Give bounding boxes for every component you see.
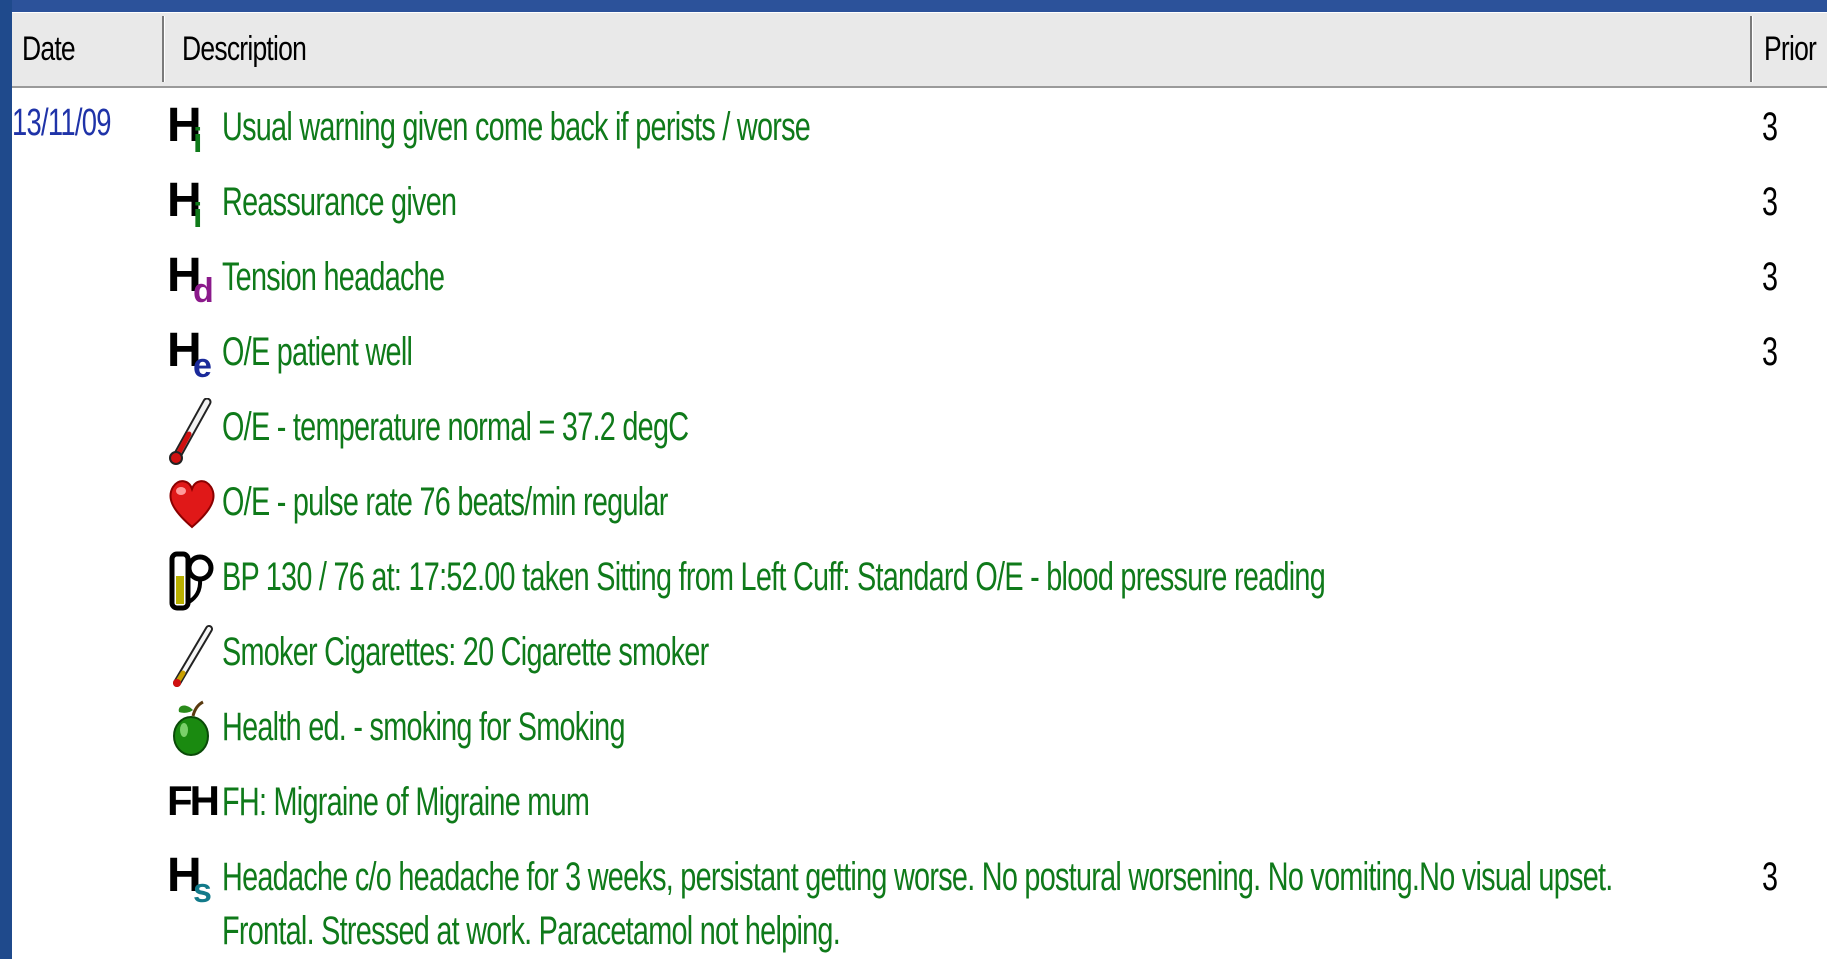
table-row[interactable]: BP 130 / 76 at: 17:52.00 taken Sitting f… bbox=[12, 548, 1827, 623]
row-priority: 3 bbox=[1762, 255, 1779, 299]
column-header-date[interactable]: Date bbox=[22, 12, 76, 86]
row-priority: 3 bbox=[1762, 330, 1779, 374]
history-information-icon: H i bbox=[167, 99, 203, 160]
history-examination-icon: H e bbox=[167, 324, 212, 385]
thermometer-icon bbox=[167, 397, 222, 473]
family-history-icon: FH bbox=[167, 777, 220, 824]
table-row[interactable]: H s Headache c/o headache for 3 weeks, p… bbox=[12, 848, 1827, 959]
cigarette-icon bbox=[167, 623, 222, 698]
row-priority: 3 bbox=[1762, 855, 1779, 899]
column-divider[interactable] bbox=[162, 16, 165, 82]
row-priority: 3 bbox=[1762, 180, 1779, 224]
history-diagnosis-icon: H d bbox=[167, 249, 214, 310]
row-description: BP 130 / 76 at: 17:52.00 taken Sitting f… bbox=[222, 555, 1326, 599]
row-description: Headache c/o headache for 3 weeks, persi… bbox=[222, 855, 1613, 899]
window-top-band bbox=[0, 0, 1827, 12]
table-row[interactable]: O/E - pulse rate 76 beats/min regular bbox=[12, 473, 1827, 548]
table-row[interactable]: 13/11/09 H i Usual warning given come ba… bbox=[12, 98, 1827, 173]
table-row[interactable]: H e O/E patient well 3 bbox=[12, 323, 1827, 398]
history-symptom-icon: H s bbox=[167, 849, 212, 910]
table-row[interactable]: FH FH: Migraine of Migraine mum bbox=[12, 773, 1827, 848]
row-description: Usual warning given come back if perists… bbox=[222, 105, 811, 149]
apple-icon bbox=[167, 698, 222, 773]
column-divider[interactable] bbox=[1750, 16, 1753, 82]
row-description: Smoker Cigarettes: 20 Cigarette smoker bbox=[222, 630, 709, 674]
row-description: O/E - pulse rate 76 beats/min regular bbox=[222, 480, 668, 524]
column-header-priority[interactable]: Prior bbox=[1764, 12, 1817, 86]
table-row[interactable]: Smoker Cigarettes: 20 Cigarette smoker bbox=[12, 623, 1827, 698]
row-priority: 3 bbox=[1762, 105, 1779, 149]
column-header-description[interactable]: Description bbox=[182, 12, 307, 86]
table-row[interactable]: O/E - temperature normal = 37.2 degC bbox=[12, 397, 1827, 473]
row-description: O/E patient well bbox=[222, 330, 413, 374]
row-description: Reassurance given bbox=[222, 180, 457, 224]
row-description-continued: Frontal. Stressed at work. Paracetamol n… bbox=[222, 909, 841, 953]
table-row[interactable]: H d Tension headache 3 bbox=[12, 248, 1827, 323]
row-description: Health ed. - smoking for Smoking bbox=[222, 705, 625, 749]
row-description: Tension headache bbox=[222, 255, 445, 299]
heart-icon bbox=[167, 473, 222, 548]
row-description: O/E - temperature normal = 37.2 degC bbox=[222, 405, 689, 449]
blood-pressure-icon bbox=[167, 548, 222, 623]
list-header: Date Description Prior bbox=[12, 12, 1827, 88]
consultation-list: Date Description Prior 13/11/09 H i Usua… bbox=[12, 12, 1827, 959]
row-description: FH: Migraine of Migraine mum bbox=[222, 780, 590, 824]
history-information-icon: H i bbox=[167, 174, 203, 235]
window-left-band bbox=[0, 0, 12, 959]
table-row[interactable]: H i Reassurance given 3 bbox=[12, 173, 1827, 248]
row-date: 13/11/09 bbox=[12, 102, 111, 144]
table-row[interactable]: Health ed. - smoking for Smoking bbox=[12, 698, 1827, 773]
